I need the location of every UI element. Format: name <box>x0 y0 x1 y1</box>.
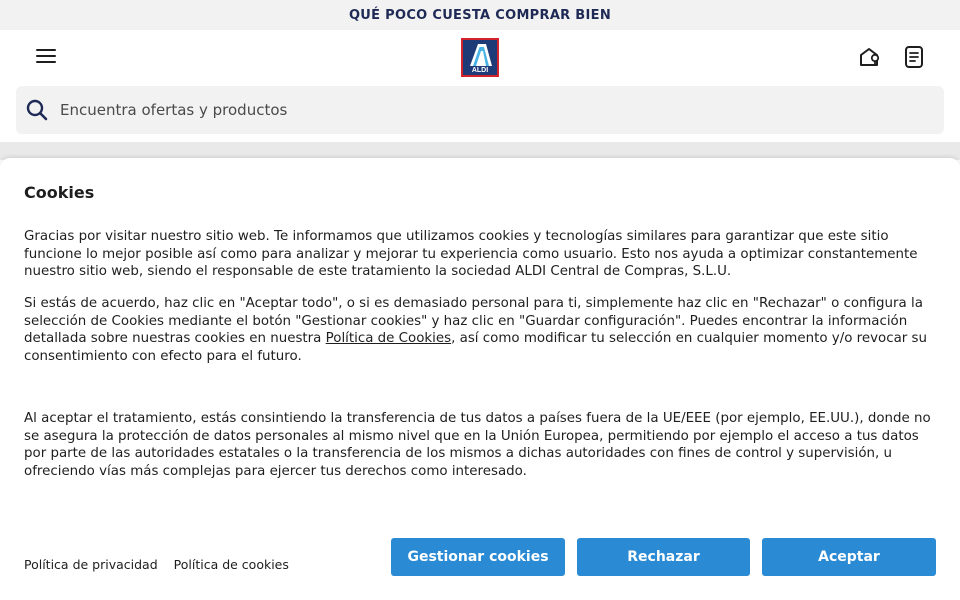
cookie-intro-paragraph: Gracias por visitar nuestro sitio web. T… <box>24 229 918 279</box>
cookie-policy-link[interactable]: Política de cookies <box>174 557 289 572</box>
search-bar-wrapper <box>0 84 960 134</box>
hamburger-menu-icon[interactable] <box>36 49 56 65</box>
cookie-consent-paragraph: Si estás de acuerdo, haz clic en "Acepta… <box>24 295 940 365</box>
reject-cookies-button[interactable]: Rechazar <box>577 538 750 576</box>
cookie-policy-inline-link[interactable]: Política de Cookies <box>326 331 451 346</box>
cookie-dialog-title: Cookies <box>24 183 95 202</box>
promo-banner: QUÉ POCO CUESTA COMPRAR BIEN <box>0 0 960 30</box>
privacy-policy-link[interactable]: Política de privacidad <box>24 557 158 572</box>
search-icon[interactable] <box>26 99 48 121</box>
manage-cookies-button[interactable]: Gestionar cookies <box>391 538 565 576</box>
store-locator-icon[interactable] <box>857 44 883 70</box>
cookie-footer-links: Política de privacidad Política de cooki… <box>24 557 301 572</box>
cookie-consent-dialog: Cookies Gracias por visitar nuestro siti… <box>0 158 960 600</box>
shopping-list-icon[interactable] <box>901 44 927 70</box>
search-bar[interactable] <box>16 86 944 134</box>
site-header: ALDI <box>0 30 960 84</box>
aldi-logo[interactable]: ALDI <box>461 38 499 77</box>
accept-cookies-button[interactable]: Aceptar <box>762 538 936 576</box>
data-transfer-paragraph: Al aceptar el tratamiento, estás consint… <box>24 411 931 479</box>
logo-text: ALDI <box>463 67 497 75</box>
promo-text: QUÉ POCO CUESTA COMPRAR BIEN <box>348 7 612 23</box>
aldi-logo-mark <box>470 44 492 66</box>
search-input[interactable] <box>60 101 860 119</box>
